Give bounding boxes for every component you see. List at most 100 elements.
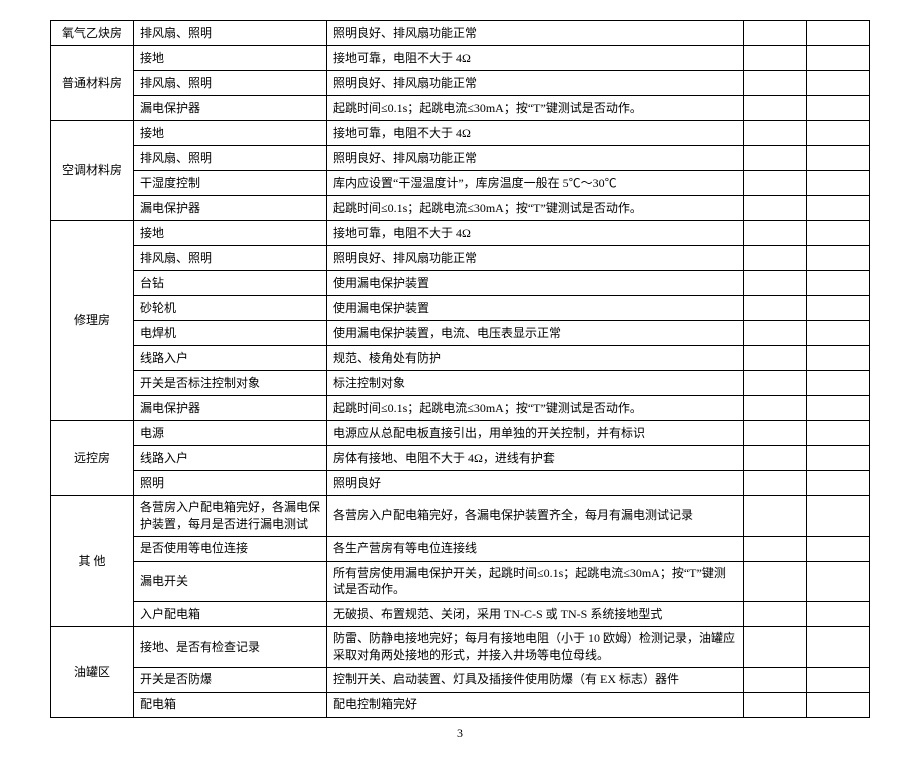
standard: 规范、棱角处有防护 [327,346,744,371]
standard: 接地可靠，电阻不大于 4Ω [327,121,744,146]
table-row: 漏电开关所有营房使用漏电保护开关，起跳时间≤0.1s；起跳电流≤30mA；按“T… [51,561,870,602]
table-row: 线路入户规范、棱角处有防护 [51,346,870,371]
standard: 接地可靠，电阻不大于 4Ω [327,46,744,71]
blank-col-2 [807,396,870,421]
blank-col-2 [807,271,870,296]
blank-col-2 [807,667,870,692]
check-item: 接地、是否有检查记录 [134,627,327,668]
blank-col-1 [744,221,807,246]
standard: 房体有接地、电阻不大于 4Ω，进线有护套 [327,446,744,471]
blank-col-1 [744,271,807,296]
standard: 照明良好、排风扇功能正常 [327,146,744,171]
blank-col-1 [744,121,807,146]
blank-col-2 [807,146,870,171]
check-item: 漏电保护器 [134,96,327,121]
blank-col-2 [807,221,870,246]
section-name: 修理房 [51,221,134,421]
blank-col-2 [807,346,870,371]
blank-col-2 [807,446,870,471]
table-row: 漏电保护器起跳时间≤0.1s；起跳电流≤30mA；按“T”键测试是否动作。 [51,96,870,121]
blank-col-1 [744,196,807,221]
blank-col-2 [807,602,870,627]
check-item: 电源 [134,421,327,446]
table-row: 砂轮机使用漏电保护装置 [51,296,870,321]
blank-col-1 [744,536,807,561]
check-item: 配电箱 [134,692,327,717]
check-item: 接地 [134,121,327,146]
check-item: 线路入户 [134,446,327,471]
standard: 所有营房使用漏电保护开关，起跳时间≤0.1s；起跳电流≤30mA；按“T”键测试… [327,561,744,602]
inspection-table: 氧气乙炔房排风扇、照明照明良好、排风扇功能正常普通材料房接地接地可靠，电阻不大于… [50,20,870,718]
table-row: 其 他各营房入户配电箱完好，各漏电保护装置，每月是否进行漏电测试各营房入户配电箱… [51,496,870,537]
standard: 各生产营房有等电位连接线 [327,536,744,561]
table-row: 开关是否防爆控制开关、启动装置、灯具及插接件使用防爆（有 EX 标志）器件 [51,667,870,692]
standard: 库内应设置“干湿温度计”，库房温度一般在 5℃～30℃ [327,171,744,196]
standard: 起跳时间≤0.1s；起跳电流≤30mA；按“T”键测试是否动作。 [327,196,744,221]
table-row: 排风扇、照明照明良好、排风扇功能正常 [51,71,870,96]
blank-col-1 [744,46,807,71]
table-row: 是否使用等电位连接各生产营房有等电位连接线 [51,536,870,561]
standard: 接地可靠，电阻不大于 4Ω [327,221,744,246]
check-item: 漏电保护器 [134,196,327,221]
blank-col-1 [744,321,807,346]
table-row: 修理房接地接地可靠，电阻不大于 4Ω [51,221,870,246]
page-number: 3 [50,726,870,741]
standard: 各营房入户配电箱完好，各漏电保护装置齐全，每月有漏电测试记录 [327,496,744,537]
table-row: 配电箱配电控制箱完好 [51,692,870,717]
blank-col-1 [744,602,807,627]
standard: 使用漏电保护装置 [327,296,744,321]
blank-col-1 [744,246,807,271]
table-row: 照明照明良好 [51,471,870,496]
standard: 照明良好、排风扇功能正常 [327,246,744,271]
table-row: 油罐区接地、是否有检查记录防雷、防静电接地完好；每月有接地电阻（小于 10 欧姆… [51,627,870,668]
standard: 起跳时间≤0.1s；起跳电流≤30mA；按“T”键测试是否动作。 [327,396,744,421]
check-item: 是否使用等电位连接 [134,536,327,561]
standard: 照明良好 [327,471,744,496]
blank-col-1 [744,146,807,171]
standard: 照明良好、排风扇功能正常 [327,71,744,96]
blank-col-2 [807,561,870,602]
blank-col-1 [744,21,807,46]
check-item: 排风扇、照明 [134,146,327,171]
blank-col-2 [807,536,870,561]
blank-col-1 [744,71,807,96]
blank-col-2 [807,96,870,121]
standard: 防雷、防静电接地完好；每月有接地电阻（小于 10 欧姆）检测记录，油罐应采取对角… [327,627,744,668]
check-item: 排风扇、照明 [134,246,327,271]
section-name: 空调材料房 [51,121,134,221]
table-row: 氧气乙炔房排风扇、照明照明良好、排风扇功能正常 [51,21,870,46]
blank-col-1 [744,496,807,537]
check-item: 漏电保护器 [134,396,327,421]
section-name: 远控房 [51,421,134,496]
check-item: 接地 [134,221,327,246]
blank-col-2 [807,246,870,271]
blank-col-2 [807,321,870,346]
table-row: 排风扇、照明照明良好、排风扇功能正常 [51,246,870,271]
blank-col-2 [807,196,870,221]
check-item: 开关是否防爆 [134,667,327,692]
table-row: 台钻使用漏电保护装置 [51,271,870,296]
standard: 无破损、布置规范、关闭，采用 TN-C-S 或 TN-S 系统接地型式 [327,602,744,627]
standard: 电源应从总配电板直接引出，用单独的开关控制，并有标识 [327,421,744,446]
blank-col-1 [744,296,807,321]
table-row: 电焊机使用漏电保护装置，电流、电压表显示正常 [51,321,870,346]
table-row: 干湿度控制库内应设置“干湿温度计”，库房温度一般在 5℃～30℃ [51,171,870,196]
check-item: 漏电开关 [134,561,327,602]
check-item: 电焊机 [134,321,327,346]
standard: 控制开关、启动装置、灯具及插接件使用防爆（有 EX 标志）器件 [327,667,744,692]
check-item: 排风扇、照明 [134,21,327,46]
blank-col-2 [807,627,870,668]
blank-col-2 [807,21,870,46]
blank-col-1 [744,561,807,602]
blank-col-1 [744,421,807,446]
blank-col-2 [807,71,870,96]
table-row: 漏电保护器起跳时间≤0.1s；起跳电流≤30mA；按“T”键测试是否动作。 [51,196,870,221]
table-row: 普通材料房接地接地可靠，电阻不大于 4Ω [51,46,870,71]
blank-col-1 [744,96,807,121]
table-row: 远控房电源电源应从总配电板直接引出，用单独的开关控制，并有标识 [51,421,870,446]
table-row: 空调材料房接地接地可靠，电阻不大于 4Ω [51,121,870,146]
blank-col-2 [807,421,870,446]
check-item: 照明 [134,471,327,496]
blank-col-2 [807,296,870,321]
check-item: 各营房入户配电箱完好，各漏电保护装置，每月是否进行漏电测试 [134,496,327,537]
